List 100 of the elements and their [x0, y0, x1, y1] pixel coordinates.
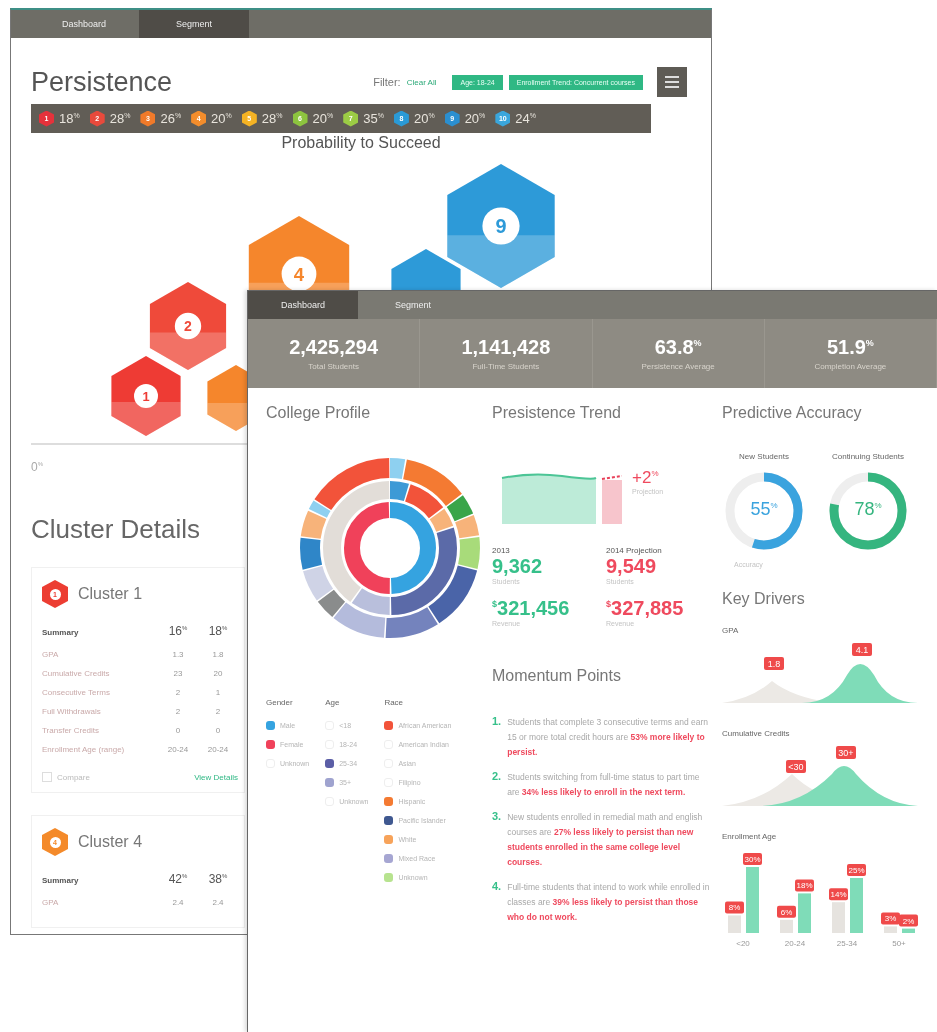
chart-title: Probability to Succeed — [280, 134, 442, 152]
cluster-percent: 20$^{%}$ — [211, 111, 232, 126]
axis-label: 0$^{%}$ — [31, 460, 44, 474]
value-label: 25% — [847, 864, 866, 876]
stat-value: 51.9$^{%}$ — [826, 336, 874, 359]
clear-all-link[interactable]: Clear All — [406, 77, 437, 87]
point-text: Students that complete 3 consecutive terms and earn 15 or more total credit hours are 53% more likely to persist. — [507, 716, 709, 759]
figure-caption: 2013 — [492, 546, 511, 555]
point-text: Full-time students that intend to work while enrolled in classes are 39% less likely to persist than those who do not work. — [507, 881, 711, 924]
value-label: 2% — [899, 914, 918, 927]
tab[interactable]: Segment — [139, 10, 249, 38]
compare-checkbox[interactable]: Compare — [42, 772, 90, 782]
cluster-percent: 20$^{%}$ — [413, 111, 435, 126]
table-cell-text: 2 — [214, 707, 222, 716]
table-cell-text: GPA — [42, 898, 60, 907]
table-cell-text: 1.3 — [171, 650, 185, 659]
table-cell-text: Consecutive Terms — [42, 688, 111, 697]
driver-title: GPA — [722, 626, 740, 635]
figure-caption: 2014 Projection — [606, 546, 663, 555]
cluster-percent: 18$^{%}$ — [59, 111, 80, 126]
table-cell-text: 2 — [174, 688, 182, 697]
value-label: 6% — [777, 905, 796, 918]
tab[interactable]: Dashboard — [29, 10, 139, 38]
stat-label: Completion Average — [814, 362, 887, 371]
value-tag: 1.8 — [764, 657, 784, 670]
cluster-percent: 24$^{%}$ — [515, 111, 537, 126]
hexagon[interactable] — [207, 365, 248, 431]
cluster-title: Cluster 1 — [78, 585, 143, 603]
table-cell-text: 0 — [174, 726, 182, 735]
ring-label: Continuing Students — [831, 452, 905, 461]
ring-value: 78$^{%}$ — [853, 499, 883, 520]
legend-heading: Gender — [266, 698, 294, 707]
value-label: 8% — [725, 901, 744, 914]
table-cell-text: 20-24 — [166, 745, 190, 754]
cluster-percent: 28$^{%}$ — [261, 111, 283, 126]
value-label: 18% — [795, 879, 814, 892]
summary-label: Summary — [42, 628, 80, 637]
cluster-title: Cluster 4 — [78, 833, 143, 851]
page-title: Persistence — [31, 66, 173, 98]
summary-label: Summary — [42, 876, 80, 885]
figure-value: $^{$}$321,456 — [492, 597, 571, 620]
table-cell-text: 2 — [174, 707, 182, 716]
stat-value: 63.8$^{%}$ — [654, 336, 702, 359]
section-title: Presistence Trend — [492, 404, 622, 422]
value-label: 14% — [829, 888, 848, 901]
point-number: 1. — [492, 715, 502, 729]
hexagon[interactable]: 1 — [111, 356, 181, 436]
value-label: 30% — [743, 853, 762, 865]
tab[interactable]: Dashboard — [248, 291, 358, 319]
point-number: 3. — [492, 810, 502, 824]
section-title: Key Drivers — [722, 590, 806, 608]
menu-button[interactable] — [657, 67, 687, 97]
menu-icon — [665, 76, 679, 88]
axis-label: 50+ — [892, 939, 906, 948]
point-number: 2. — [492, 770, 502, 784]
axis-label: 20-24 — [784, 939, 806, 948]
table-cell-text: Cumulative Credits — [42, 669, 111, 678]
stat-label: Total Students — [308, 362, 359, 371]
axis-label: <20 — [736, 939, 750, 948]
table-cell-text: Enrollment Age (range) — [42, 745, 126, 754]
stat-value: 2,425,294 — [289, 336, 379, 359]
section-title: Predictive Accuracy — [722, 404, 863, 422]
value-label: 3% — [881, 912, 900, 925]
table-cell-text: 0 — [214, 726, 222, 735]
table-cell-text: 1.8 — [211, 650, 225, 659]
hexagon[interactable]: 9 — [447, 164, 555, 288]
cluster-percent: 26$^{%}$ — [160, 111, 182, 126]
figure-value: 9,362 — [492, 555, 544, 578]
driver-title: Cumulative Credits — [722, 729, 791, 738]
cluster-percent: 20$^{%}$ — [312, 111, 334, 126]
legend-heading: Age — [325, 698, 341, 707]
axis-label: 25-34 — [836, 939, 858, 948]
section-title: College Profile — [266, 404, 372, 422]
figure-value: 9,549 — [606, 555, 658, 578]
cluster-percent: 28$^{%}$ — [109, 111, 131, 126]
table-cell-text: 2.4 — [211, 898, 225, 907]
table-cell-text: 2.4 — [171, 898, 185, 907]
table-cell-text: Transfer Credits — [42, 726, 101, 735]
stat-label: Full-Time Students — [472, 362, 540, 371]
table-cell-text: 20 — [212, 669, 224, 678]
stat-value: 1,141,428 — [461, 336, 551, 359]
value-tag: 4.1 — [852, 643, 872, 656]
tab[interactable]: Segment — [358, 291, 468, 319]
section-title: Cluster Details — [31, 514, 201, 545]
table-cell-text: 20-24 — [206, 745, 230, 754]
summary-value: 42$^{%}$ — [167, 872, 189, 886]
stat-label: Persistence Average — [641, 362, 715, 371]
cluster-percent: 20$^{%}$ — [464, 111, 486, 126]
view-details-link[interactable]: View Details — [194, 772, 238, 782]
legend-heading: Race — [384, 698, 405, 707]
value-tag: 30+ — [836, 746, 856, 759]
summary-value: 38$^{%}$ — [207, 872, 229, 886]
figure-value: $^{$}$327,885 — [606, 597, 685, 620]
table-cell-text: Full Withdrawals — [42, 707, 102, 716]
ring-label: New Students — [739, 452, 789, 461]
summary-value: 18$^{%}$ — [207, 624, 229, 638]
table-cell-text: 1 — [214, 688, 222, 697]
value-tag: <30 — [786, 760, 806, 773]
table-cell-text: 23 — [172, 669, 184, 678]
section-title: Momentum Points — [492, 667, 622, 685]
